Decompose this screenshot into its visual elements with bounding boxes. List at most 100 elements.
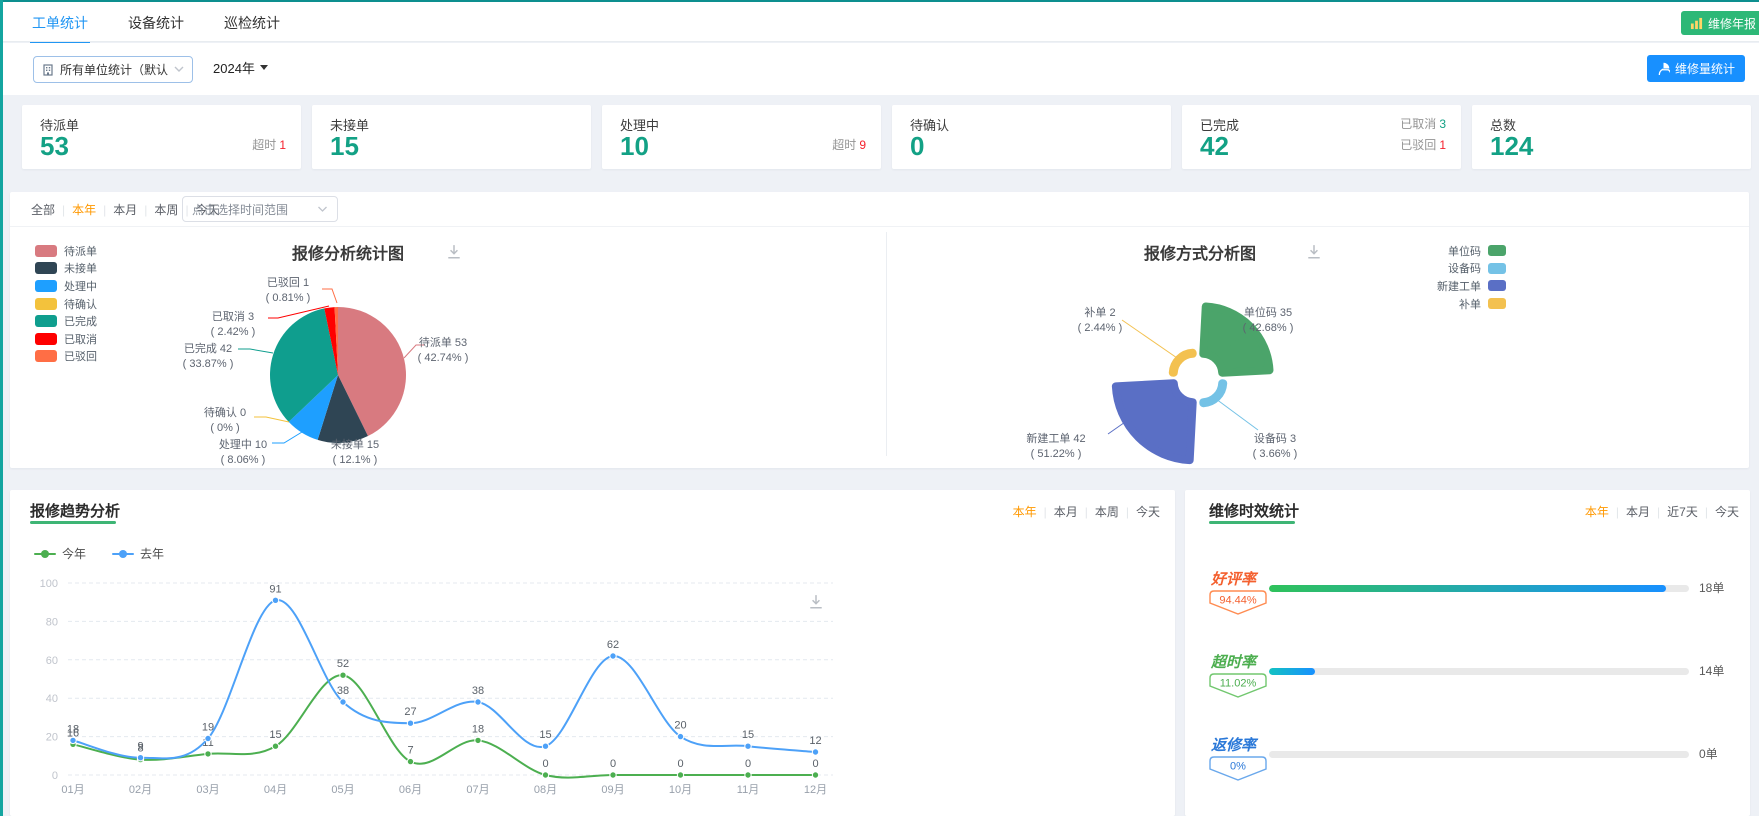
x-axis-label: 05月 bbox=[331, 784, 354, 796]
unit-select-value: 所有单位统计（默认） bbox=[60, 63, 168, 77]
y-axis-tick: 100 bbox=[40, 578, 58, 590]
pie-label-text: 处理中 10 bbox=[218, 439, 268, 451]
pie-label-pct: ( 12.1% ) bbox=[332, 453, 378, 466]
metric-bar-超时率 bbox=[1269, 668, 1689, 675]
unit-select[interactable]: 所有单位统计（默认） bbox=[33, 56, 193, 83]
pie-label-text: 待确认 0 bbox=[203, 407, 247, 419]
pie-label-text: 已完成 42 bbox=[183, 343, 233, 355]
trend-line-今年 bbox=[72, 674, 816, 779]
building-icon bbox=[43, 63, 53, 76]
filter-本月[interactable]: 本月 bbox=[1625, 505, 1651, 519]
stat-card-value: 0 bbox=[910, 131, 925, 161]
legend-item-已取消[interactable]: 已取消 bbox=[35, 330, 97, 348]
pie-label-pct: ( 8.06% ) bbox=[220, 453, 266, 466]
stat-card-待确认: 待确认 0 bbox=[892, 105, 1171, 169]
chevron-down-icon bbox=[174, 66, 184, 72]
download-icon[interactable] bbox=[1306, 244, 1322, 260]
legend-label: 处理中 bbox=[64, 280, 97, 293]
pie-labels-layer: 报修分析统计图 报修方式分析图 待派单 未接单 处理中 待确认 已完成 已取消 已驳回 单位… bbox=[10, 192, 1749, 468]
data-point[interactable] bbox=[271, 742, 280, 750]
data-point[interactable] bbox=[204, 734, 212, 743]
data-point[interactable] bbox=[744, 771, 752, 779]
data-point-label: 38 bbox=[337, 685, 349, 697]
legend-item-新建工单[interactable]: 新建工单 bbox=[1340, 277, 1506, 295]
pie-label-text: 设备码 3 bbox=[1253, 433, 1297, 445]
data-point[interactable] bbox=[69, 736, 77, 745]
data-point-label: 19 bbox=[202, 722, 214, 734]
data-point-label: 20 bbox=[674, 720, 686, 732]
pie2-title: 报修方式分析图 bbox=[1143, 246, 1256, 263]
legend-item-已完成[interactable]: 已完成 bbox=[35, 312, 97, 330]
metric-pct: 0% bbox=[1230, 761, 1246, 773]
repair-volume-button[interactable]: 维修量统计 bbox=[1646, 55, 1745, 82]
data-point[interactable] bbox=[676, 771, 685, 779]
data-point[interactable] bbox=[811, 771, 820, 779]
x-axis-label: 12月 bbox=[804, 784, 827, 796]
annual-report-button[interactable]: 维修年报 bbox=[1680, 11, 1759, 35]
stat-card-value: 10 bbox=[620, 131, 649, 161]
metric-label-好评率: 好评率 bbox=[1211, 571, 1257, 588]
data-point[interactable] bbox=[744, 742, 752, 750]
data-point[interactable] bbox=[406, 719, 415, 727]
pie1-label-处理中: 处理中 10 ( 8.06% ) bbox=[195, 438, 291, 467]
download-icon[interactable] bbox=[446, 244, 462, 260]
y-axis-tick: 60 bbox=[46, 655, 58, 667]
data-point[interactable] bbox=[406, 757, 415, 766]
pie-label-pct: ( 0.81% ) bbox=[265, 291, 311, 304]
legend-swatch bbox=[1488, 262, 1506, 274]
metric-bar-返修率 bbox=[1269, 751, 1689, 758]
filter-今天[interactable]: 今天 bbox=[1714, 505, 1740, 519]
data-point-label: 7 bbox=[407, 745, 413, 757]
data-point-label: 0 bbox=[745, 758, 751, 770]
pie-label-pct: ( 2.42% ) bbox=[210, 325, 256, 338]
tab-工单统计[interactable]: 工单统计 bbox=[30, 2, 90, 44]
data-point-label: 52 bbox=[337, 658, 349, 670]
pie2-label-单位码: 单位码 35 ( 42.68% ) bbox=[1220, 306, 1316, 335]
data-point[interactable] bbox=[474, 736, 482, 745]
year-select[interactable]: 2024年 bbox=[213, 58, 268, 77]
legend-item-处理中[interactable]: 处理中 bbox=[35, 277, 97, 295]
tab-设备统计[interactable]: 设备统计 bbox=[126, 2, 186, 42]
annual-report-label: 维修年报 bbox=[1707, 16, 1756, 31]
legend-swatch bbox=[1488, 245, 1506, 257]
metric-bar-fill bbox=[1269, 585, 1666, 592]
filter-近7天[interactable]: 近7天 bbox=[1666, 505, 1699, 519]
data-point[interactable] bbox=[474, 698, 482, 706]
legend-item-单位码[interactable]: 单位码 bbox=[1340, 242, 1506, 260]
data-point[interactable] bbox=[609, 652, 617, 660]
data-point[interactable] bbox=[271, 596, 280, 605]
data-point[interactable] bbox=[541, 742, 550, 750]
data-point[interactable] bbox=[204, 750, 212, 758]
legend-swatch bbox=[35, 297, 57, 310]
data-point-label: 0 bbox=[610, 758, 616, 770]
legend-item-补单[interactable]: 补单 bbox=[1340, 295, 1506, 313]
data-point[interactable] bbox=[541, 771, 550, 779]
pie-label-pct: ( 42.68% ) bbox=[1242, 321, 1294, 334]
data-point[interactable] bbox=[339, 698, 347, 706]
pie1-label-待确认: 待确认 0 ( 0% ) bbox=[177, 406, 273, 435]
metric-count-好评率: 18单 bbox=[1699, 581, 1725, 595]
pie1-label-已完成: 已完成 42 ( 33.87% ) bbox=[160, 342, 256, 371]
legend-item-已驳回[interactable]: 已驳回 bbox=[35, 348, 97, 366]
tab-巡检统计[interactable]: 巡检统计 bbox=[222, 2, 282, 42]
data-point[interactable] bbox=[811, 748, 820, 756]
data-point-label: 15 bbox=[539, 729, 551, 741]
legend-item-设备码[interactable]: 设备码 bbox=[1340, 260, 1506, 278]
x-axis-label: 06月 bbox=[399, 784, 422, 796]
bar-chart-icon bbox=[1690, 17, 1703, 29]
trend-panel: 报修趋势分析 本年 | 本月 | 本周 | 今天 今年 去年 0 20 40 60 80 100 01月 0… bbox=[10, 490, 1175, 816]
data-point[interactable] bbox=[136, 754, 145, 762]
pie1-label-已取消: 已取消 3 ( 2.42% ) bbox=[185, 310, 281, 339]
legend-item-待确认[interactable]: 待确认 bbox=[35, 295, 97, 313]
legend-item-未接单[interactable]: 未接单 bbox=[35, 260, 97, 278]
data-point[interactable] bbox=[676, 732, 685, 741]
filter-separator: | bbox=[1704, 505, 1708, 519]
filter-本年[interactable]: 本年 bbox=[1584, 505, 1610, 519]
filter-separator: | bbox=[1657, 505, 1661, 519]
legend-label: 已取消 bbox=[64, 333, 97, 346]
stat-card-value: 124 bbox=[1490, 131, 1534, 161]
legend-label: 单位码 bbox=[1448, 245, 1481, 258]
data-point[interactable] bbox=[609, 771, 617, 779]
legend-item-待派单[interactable]: 待派单 bbox=[35, 242, 97, 260]
data-point[interactable] bbox=[339, 671, 347, 679]
